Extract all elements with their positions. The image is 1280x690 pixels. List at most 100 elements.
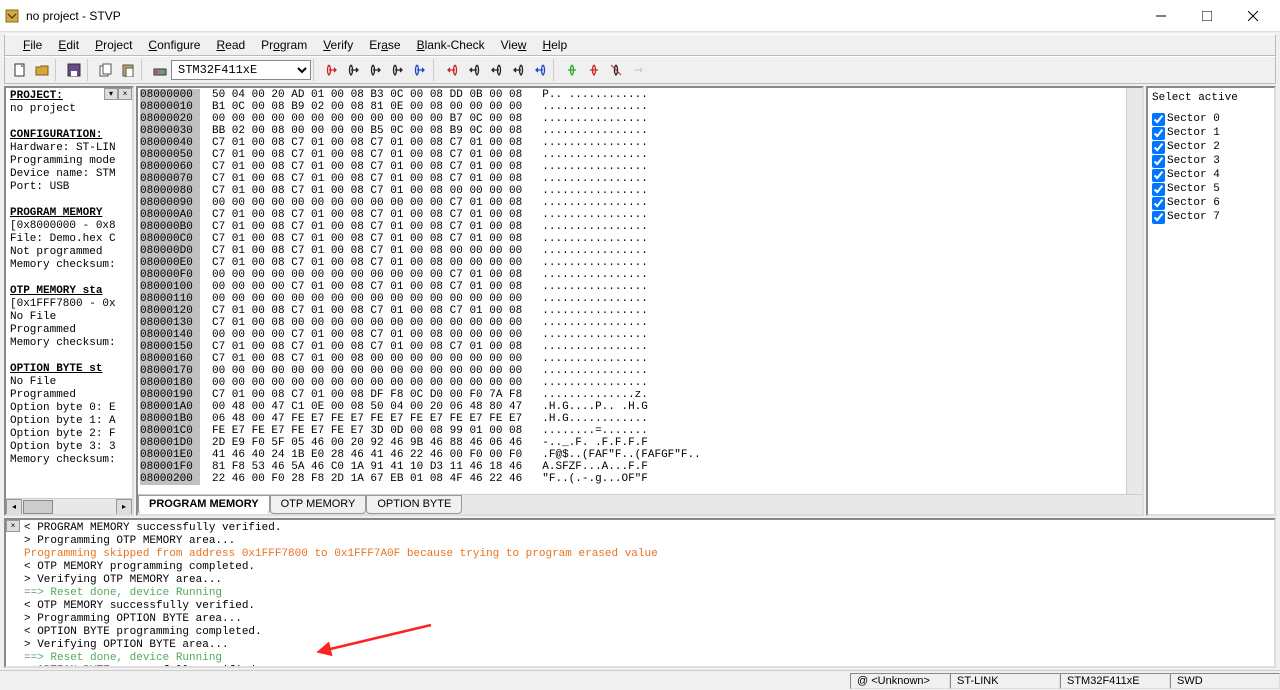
- sector-checkbox-1[interactable]: [1152, 127, 1165, 140]
- log-line: ==> Reset done, device Running: [24, 652, 1270, 665]
- hex-row: 08000160C7 01 00 08 C7 01 00 08 00 00 00…: [140, 353, 1140, 365]
- log-line: < OPTION BYTE successfully verified.: [24, 665, 1270, 666]
- sector-item-7[interactable]: Sector 7: [1152, 210, 1270, 224]
- hex-row: 0800014000 00 00 00 C7 01 00 08 C7 01 00…: [140, 329, 1140, 341]
- sector-item-6[interactable]: Sector 6: [1152, 196, 1270, 210]
- prog-black3-icon[interactable]: [507, 59, 529, 81]
- optbyte-header: OPTION BYTE st: [10, 363, 102, 375]
- verify-red-icon[interactable]: [583, 59, 605, 81]
- hex-row: 08000060C7 01 00 08 C7 01 00 08 C7 01 00…: [140, 161, 1140, 173]
- hscroll-right-button[interactable]: ▸: [116, 499, 132, 515]
- sector-item-1[interactable]: Sector 1: [1152, 126, 1270, 140]
- status-link: ST-LINK: [950, 673, 1060, 689]
- sector-item-2[interactable]: Sector 2: [1152, 140, 1270, 154]
- project-header: PROJECT:: [10, 90, 63, 102]
- hex-row: 08000040C7 01 00 08 C7 01 00 08 C7 01 00…: [140, 137, 1140, 149]
- read-black2-icon[interactable]: [365, 59, 387, 81]
- sector-item-3[interactable]: Sector 3: [1152, 154, 1270, 168]
- vscroll[interactable]: [1126, 88, 1142, 494]
- otp-header: OTP MEMORY sta: [10, 285, 102, 297]
- tab-otp-memory[interactable]: OTP MEMORY: [270, 495, 367, 514]
- log-panel: × < PROGRAM MEMORY successfully verified…: [4, 518, 1276, 668]
- sector-panel: Select active Sector 0Sector 1Sector 2Se…: [1146, 86, 1276, 516]
- sector-checkbox-4[interactable]: [1152, 169, 1165, 182]
- hex-row: 08000150C7 01 00 08 C7 01 00 08 C7 01 00…: [140, 341, 1140, 353]
- read-black3-icon[interactable]: [387, 59, 409, 81]
- erase-icon[interactable]: [605, 59, 627, 81]
- hex-row: 080001C0FE E7 FE E7 FE E7 FE E7 3D 0D 00…: [140, 425, 1140, 437]
- sector-item-5[interactable]: Sector 5: [1152, 182, 1270, 196]
- copy-icon[interactable]: [95, 59, 117, 81]
- log-output[interactable]: < PROGRAM MEMORY successfully verified.>…: [6, 520, 1274, 666]
- hex-row: 080000D0C7 01 00 08 C7 01 00 08 C7 01 00…: [140, 245, 1140, 257]
- tab-option-byte[interactable]: OPTION BYTE: [366, 495, 462, 514]
- hex-row: 080000E0C7 01 00 08 C7 01 00 08 C7 01 00…: [140, 257, 1140, 269]
- log-close-button[interactable]: ×: [6, 520, 20, 532]
- hex-row: 080001A000 48 00 47 C1 0E 00 08 50 04 00…: [140, 401, 1140, 413]
- minimize-button[interactable]: [1138, 1, 1184, 31]
- save-icon[interactable]: [63, 59, 85, 81]
- menu-view[interactable]: View: [493, 36, 535, 54]
- titlebar: no project - STVP: [0, 0, 1280, 32]
- settings-icon[interactable]: [149, 59, 171, 81]
- verify-green-icon[interactable]: [561, 59, 583, 81]
- menu-verify[interactable]: Verify: [315, 36, 361, 54]
- hex-row: 08000070C7 01 00 08 C7 01 00 08 C7 01 00…: [140, 173, 1140, 185]
- maximize-button[interactable]: [1184, 1, 1230, 31]
- hex-row: 0800002000 00 00 00 00 00 00 00 00 00 00…: [140, 113, 1140, 125]
- open-file-icon[interactable]: [31, 59, 53, 81]
- log-line: > Verifying OTP MEMORY area...: [24, 574, 1270, 587]
- hex-row: 08000190C7 01 00 08 C7 01 00 08 DF F8 0C…: [140, 389, 1140, 401]
- new-file-icon[interactable]: [9, 59, 31, 81]
- blank-icon[interactable]: [627, 59, 649, 81]
- menu-edit[interactable]: Edit: [50, 36, 87, 54]
- sector-checkbox-3[interactable]: [1152, 155, 1165, 168]
- prog-blue-icon[interactable]: [529, 59, 551, 81]
- hex-row: 0800009000 00 00 00 00 00 00 00 00 00 00…: [140, 197, 1140, 209]
- hex-row: 080000C0C7 01 00 08 C7 01 00 08 C7 01 00…: [140, 233, 1140, 245]
- statusbar: @ <Unknown> ST-LINK STM32F411xE SWD: [0, 670, 1280, 690]
- hex-row: 0800010000 00 00 00 C7 01 00 08 C7 01 00…: [140, 281, 1140, 293]
- hex-dump[interactable]: 0800000050 04 00 20 AD 01 00 08 B3 0C 00…: [138, 88, 1142, 494]
- read-red-icon[interactable]: [321, 59, 343, 81]
- paste-icon[interactable]: [117, 59, 139, 81]
- log-line: > Programming OTP MEMORY area...: [24, 535, 1270, 548]
- device-select[interactable]: STM32F411xE: [171, 60, 311, 80]
- hscroll-thumb[interactable]: [23, 500, 53, 514]
- menu-project[interactable]: Project: [87, 36, 140, 54]
- hex-row: 08000010B1 0C 00 08 B9 02 00 08 81 0E 00…: [140, 101, 1140, 113]
- sector-checkbox-6[interactable]: [1152, 197, 1165, 210]
- panel-close-button[interactable]: ×: [118, 88, 132, 100]
- menu-program[interactable]: Program: [253, 36, 315, 54]
- prog-black1-icon[interactable]: [463, 59, 485, 81]
- tab-program-memory[interactable]: PROGRAM MEMORY: [138, 495, 270, 514]
- read-blue-icon[interactable]: [409, 59, 431, 81]
- panel-collapse-button[interactable]: ▾: [104, 88, 118, 100]
- close-button[interactable]: [1230, 1, 1276, 31]
- menu-read[interactable]: Read: [208, 36, 253, 54]
- menu-configure[interactable]: Configure: [140, 36, 208, 54]
- hex-row: 080001E041 46 40 24 1B E0 28 46 41 46 22…: [140, 449, 1140, 461]
- status-device: STM32F411xE: [1060, 673, 1170, 689]
- hscroll-left-button[interactable]: ◂: [6, 499, 22, 515]
- menu-erase[interactable]: Erase: [361, 36, 408, 54]
- prog-red-icon[interactable]: [441, 59, 463, 81]
- hex-row: 08000050C7 01 00 08 C7 01 00 08 C7 01 00…: [140, 149, 1140, 161]
- hex-row: 08000120C7 01 00 08 C7 01 00 08 C7 01 00…: [140, 305, 1140, 317]
- log-line: > Verifying OPTION BYTE area...: [24, 639, 1270, 652]
- app-icon: [4, 8, 20, 24]
- prog-black2-icon[interactable]: [485, 59, 507, 81]
- sector-checkbox-5[interactable]: [1152, 183, 1165, 196]
- sector-checkbox-0[interactable]: [1152, 113, 1165, 126]
- progmem-header: PROGRAM MEMORY: [10, 207, 102, 219]
- log-line: < OTP MEMORY successfully verified.: [24, 600, 1270, 613]
- menu-help[interactable]: Help: [534, 36, 575, 54]
- read-black1-icon[interactable]: [343, 59, 365, 81]
- sector-item-0[interactable]: Sector 0: [1152, 112, 1270, 126]
- sector-checkbox-7[interactable]: [1152, 211, 1165, 224]
- sector-item-4[interactable]: Sector 4: [1152, 168, 1270, 182]
- sector-checkbox-2[interactable]: [1152, 141, 1165, 154]
- menu-file[interactable]: File: [15, 36, 50, 54]
- hex-row: 08000130C7 01 00 08 00 00 00 00 00 00 00…: [140, 317, 1140, 329]
- menu-blankcheck[interactable]: Blank-Check: [409, 36, 493, 54]
